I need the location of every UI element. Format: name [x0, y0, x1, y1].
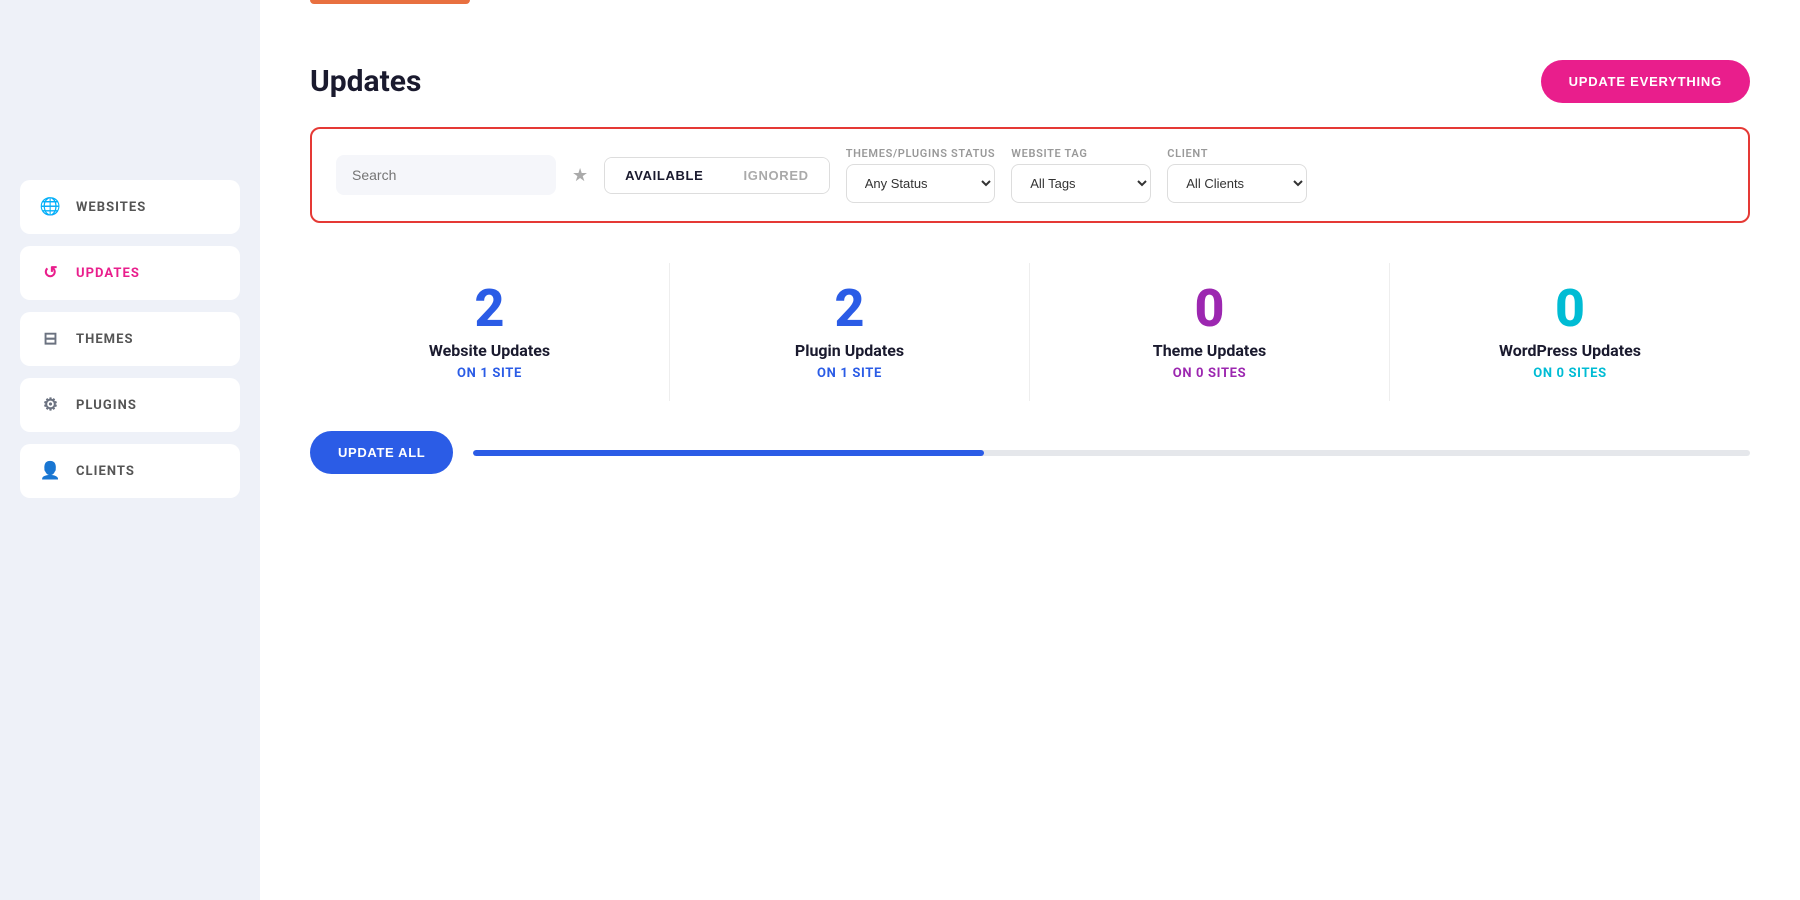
plugin-updates-label: Plugin Updates	[795, 341, 904, 360]
update-all-button[interactable]: UPDATE ALL	[310, 431, 453, 474]
theme-updates-number: 0	[1195, 283, 1225, 335]
theme-updates-sites: ON 0 SITES	[1173, 366, 1247, 381]
page-title: Updates	[310, 64, 421, 99]
clients-icon: 👤	[40, 460, 62, 482]
header-row: Updates UPDATE EVERYTHING	[310, 60, 1750, 103]
filter-bar: ★ AVAILABLE IGNORED THEMES/PLUGINS STATU…	[310, 127, 1750, 223]
sidebar-item-plugins[interactable]: ⚙ PLUGINS	[20, 378, 240, 432]
stat-website-updates: 2 Website Updates ON 1 SITE	[310, 263, 670, 401]
sidebar-label-plugins: PLUGINS	[76, 398, 137, 413]
stat-theme-updates: 0 Theme Updates ON 0 SITES	[1030, 263, 1390, 401]
main-content: Updates UPDATE EVERYTHING ★ AVAILABLE IG…	[260, 0, 1800, 900]
website-updates-sites: ON 1 SITE	[457, 366, 522, 381]
website-updates-label: Website Updates	[429, 341, 550, 360]
search-input[interactable]	[336, 155, 556, 195]
themes-icon: ⊟	[40, 328, 62, 350]
sidebar-item-websites[interactable]: 🌐 WEBSITES	[20, 180, 240, 234]
progress-section: UPDATE ALL	[310, 431, 1750, 474]
available-toggle-button[interactable]: AVAILABLE	[605, 158, 723, 193]
sidebar-item-clients[interactable]: 👤 CLIENTS	[20, 444, 240, 498]
ignored-toggle-button[interactable]: IGNORED	[723, 158, 828, 193]
stat-plugin-updates: 2 Plugin Updates ON 1 SITE	[670, 263, 1030, 401]
stats-row: 2 Website Updates ON 1 SITE 2 Plugin Upd…	[310, 263, 1750, 401]
sidebar-label-updates: UPDATES	[76, 266, 140, 281]
progress-bar-fill	[473, 450, 984, 456]
tag-filter-label: WEBSITE TAG	[1011, 147, 1151, 160]
sidebar-item-themes[interactable]: ⊟ THEMES	[20, 312, 240, 366]
stat-wordpress-updates: 0 WordPress Updates ON 0 SITES	[1390, 263, 1750, 401]
theme-updates-label: Theme Updates	[1153, 341, 1266, 360]
client-filter-group: CLIENT All Clients Client 1	[1167, 147, 1307, 203]
star-icon[interactable]: ★	[572, 165, 588, 186]
plugins-icon: ⚙	[40, 394, 62, 416]
update-everything-button[interactable]: UPDATE EVERYTHING	[1541, 60, 1750, 103]
tag-select[interactable]: All Tags Tag 1	[1011, 164, 1151, 203]
wordpress-updates-sites: ON 0 SITES	[1533, 366, 1607, 381]
client-select[interactable]: All Clients Client 1	[1167, 164, 1307, 203]
availability-toggle: AVAILABLE IGNORED	[604, 157, 830, 194]
tab-indicator	[310, 0, 470, 4]
tag-filter-group: WEBSITE TAG All Tags Tag 1	[1011, 147, 1151, 203]
sidebar: 🌐 WEBSITES ↺ UPDATES ⊟ THEMES ⚙ PLUGINS …	[0, 0, 260, 900]
wordpress-updates-number: 0	[1555, 283, 1585, 335]
globe-icon: 🌐	[40, 196, 62, 218]
status-filter-group: THEMES/PLUGINS STATUS Any Status Availab…	[846, 147, 996, 203]
client-filter-label: CLIENT	[1167, 147, 1307, 160]
progress-bar	[473, 450, 1750, 456]
plugin-updates-number: 2	[835, 283, 865, 335]
updates-icon: ↺	[40, 262, 62, 284]
plugin-updates-sites: ON 1 SITE	[817, 366, 882, 381]
sidebar-label-clients: CLIENTS	[76, 464, 135, 479]
sidebar-label-websites: WEBSITES	[76, 200, 146, 215]
sidebar-label-themes: THEMES	[76, 332, 134, 347]
wordpress-updates-label: WordPress Updates	[1499, 341, 1641, 360]
status-filter-label: THEMES/PLUGINS STATUS	[846, 147, 996, 160]
status-select[interactable]: Any Status Available Ignored	[846, 164, 996, 203]
website-updates-number: 2	[475, 283, 505, 335]
sidebar-item-updates[interactable]: ↺ UPDATES	[20, 246, 240, 300]
